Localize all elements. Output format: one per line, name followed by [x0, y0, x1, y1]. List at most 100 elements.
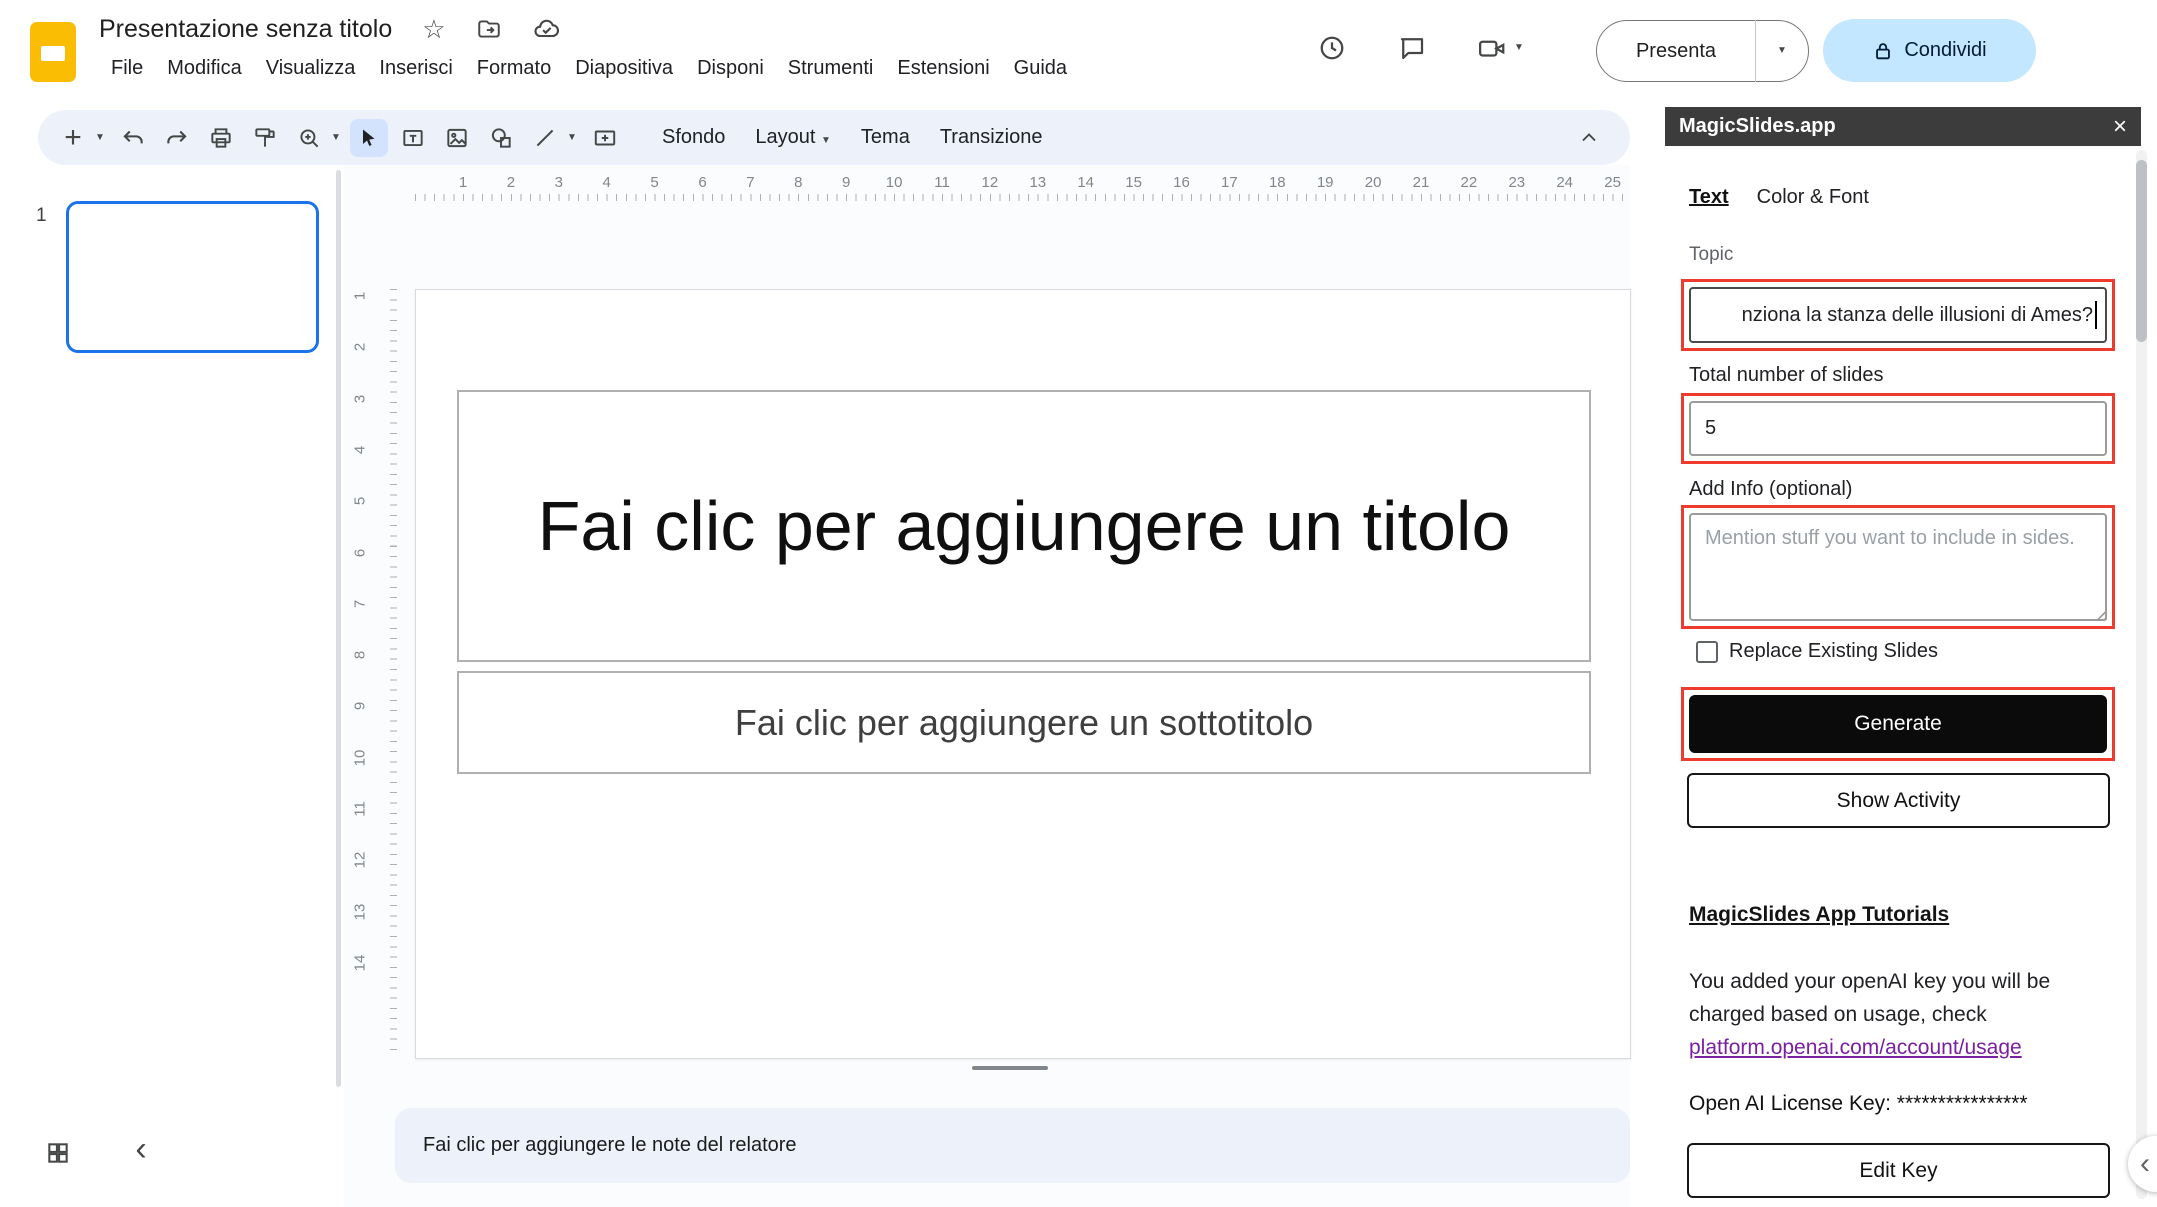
menu-item[interactable]: Estensioni	[885, 53, 1001, 84]
present-label: Presenta	[1597, 40, 1755, 63]
chevron-left-icon: ‹	[2140, 1147, 2150, 1181]
grid-view-button[interactable]	[41, 1136, 75, 1170]
chevron-down-icon: ▼	[1777, 46, 1787, 56]
slide-thumbnail[interactable]	[66, 201, 319, 353]
show-activity-button[interactable]: Show Activity	[1687, 773, 2110, 828]
notes-resize-handle[interactable]	[972, 1066, 1048, 1070]
slides-logo-inner	[41, 46, 65, 61]
main-toolbar: + ▼ ▼ ▼	[38, 110, 1630, 165]
document-title[interactable]: Presentazione senza titolo	[99, 15, 392, 44]
add-info-textarea[interactable]: Mention stuff you want to include in sid…	[1689, 513, 2107, 621]
slides-field-highlight: 5	[1681, 393, 2115, 464]
add-info-label: Add Info (optional)	[1689, 478, 1852, 501]
title-placeholder[interactable]: Fai clic per aggiungere un titolo	[457, 390, 1591, 662]
slide-canvas[interactable]: Fai clic per aggiungere un titolo Fai cl…	[415, 289, 1631, 1059]
redo-button[interactable]	[158, 119, 196, 157]
slides-logo-icon[interactable]	[30, 22, 76, 82]
api-note-line2: charged based on usage, check	[1689, 1003, 1987, 1026]
layout-button[interactable]: Layout ▼	[743, 120, 843, 155]
close-icon[interactable]: ×	[2113, 115, 2127, 139]
tab-color-font[interactable]: Color & Font	[1757, 186, 1869, 209]
theme-button[interactable]: Tema	[849, 120, 922, 155]
chevron-down-icon: ▼	[95, 133, 105, 143]
zoom-button[interactable]	[290, 119, 328, 157]
menu-item[interactable]: Strumenti	[776, 53, 886, 84]
menu-item[interactable]: Guida	[1002, 53, 1079, 84]
tutorials-link[interactable]: MagicSlides App Tutorials	[1689, 903, 1949, 927]
openai-usage-link[interactable]: platform.openai.com/account/usage	[1689, 1036, 2022, 1059]
transition-button[interactable]: Transizione	[928, 120, 1055, 155]
version-history-icon[interactable]	[1316, 32, 1348, 64]
present-button[interactable]: Presenta ▼	[1596, 20, 1809, 82]
topic-input[interactable]: nziona la stanza delle illusioni di Ames…	[1689, 287, 2107, 343]
sidebar-header: MagicSlides.app ×	[1665, 107, 2141, 146]
subtitle-placeholder[interactable]: Fai clic per aggiungere un sottotitolo	[457, 671, 1591, 774]
generate-highlight: Generate	[1681, 687, 2115, 761]
title-block: Presentazione senza titolo ☆ FileModific…	[99, 10, 1079, 84]
menu-item[interactable]: File	[99, 53, 155, 84]
print-button[interactable]	[202, 119, 240, 157]
slide-number: 1	[36, 205, 47, 227]
total-slides-label: Total number of slides	[1689, 364, 1884, 387]
cloud-status-icon[interactable]	[532, 15, 560, 43]
menu-item[interactable]: Diapositiva	[563, 53, 685, 84]
replace-slides-checkbox[interactable]	[1696, 641, 1718, 663]
replace-slides-label[interactable]: Replace Existing Slides	[1729, 640, 1938, 663]
insert-placeholder-button[interactable]	[586, 119, 624, 157]
menu-item[interactable]: Visualizza	[254, 53, 368, 84]
topbar-actions: ▼	[1316, 32, 1524, 64]
generate-button[interactable]: Generate	[1689, 695, 2107, 753]
menu-item[interactable]: Disponi	[685, 53, 776, 84]
top-bar: Presentazione senza titolo ☆ FileModific…	[0, 0, 2157, 107]
share-button[interactable]: Condividi	[1823, 19, 2036, 82]
add-info-highlight: Mention stuff you want to include in sid…	[1681, 505, 2115, 629]
sidebar-app-title: MagicSlides.app	[1679, 115, 2113, 138]
zoom-dropdown[interactable]: ▼	[328, 133, 344, 143]
horizontal-ruler-ticks	[415, 194, 1631, 201]
share-label: Condividi	[1904, 39, 1986, 62]
speaker-notes[interactable]: Fai clic per aggiungere le note del rela…	[395, 1108, 1630, 1183]
background-button[interactable]: Sfondo	[650, 120, 737, 155]
replace-slides-row: Replace Existing Slides	[1696, 640, 1938, 663]
collapse-filmstrip-button[interactable]: ‹	[124, 1127, 158, 1171]
license-key-label: Open AI License Key:	[1689, 1092, 1897, 1115]
comments-icon[interactable]	[1396, 32, 1428, 64]
topic-value: nziona la stanza delle illusioni di Ames…	[1742, 304, 2093, 327]
line-dropdown[interactable]: ▼	[564, 133, 580, 143]
select-tool-button[interactable]	[350, 119, 388, 157]
api-key-note: You added your openAI key you will be ch…	[1689, 965, 2121, 1064]
vertical-ruler-ticks	[390, 289, 397, 1059]
menu-item[interactable]: Modifica	[155, 53, 253, 84]
magicslides-sidebar: MagicSlides.app × Text Color & Font Topi…	[1641, 107, 2157, 1207]
menu-item[interactable]: Inserisci	[367, 53, 464, 84]
tab-text[interactable]: Text	[1689, 186, 1729, 209]
sidebar-scrollbar-thumb[interactable]	[2136, 160, 2147, 342]
undo-button[interactable]	[114, 119, 152, 157]
move-folder-icon[interactable]	[476, 16, 502, 42]
collapse-toolbar-button[interactable]	[1570, 119, 1608, 157]
plus-icon: +	[64, 123, 82, 153]
insert-shape-button[interactable]	[482, 119, 520, 157]
slide-filmstrip: 1	[0, 165, 344, 1207]
total-slides-input[interactable]: 5	[1689, 401, 2107, 456]
text-box-button[interactable]	[394, 119, 432, 157]
chevron-down-icon[interactable]: ▼	[1514, 43, 1524, 53]
license-key-mask: ****************	[1897, 1092, 2028, 1115]
new-slide-dropdown[interactable]: ▼	[92, 133, 108, 143]
add-info-placeholder: Mention stuff you want to include in sid…	[1705, 525, 2075, 552]
insert-image-button[interactable]	[438, 119, 476, 157]
sidebar-tabs: Text Color & Font	[1689, 186, 1869, 209]
topic-label: Topic	[1689, 244, 1733, 266]
new-slide-button[interactable]: +	[54, 119, 92, 157]
edit-key-button[interactable]: Edit Key	[1687, 1143, 2110, 1198]
text-cursor	[2095, 301, 2097, 329]
star-icon[interactable]: ☆	[422, 16, 445, 42]
menu-item[interactable]: Formato	[465, 53, 563, 84]
total-slides-value: 5	[1705, 417, 1716, 440]
present-options-button[interactable]: ▼	[1756, 46, 1808, 56]
menu-bar: FileModificaVisualizzaInserisciFormatoDi…	[99, 53, 1079, 84]
filmstrip-scrollbar[interactable]	[336, 170, 341, 1087]
meet-call-control[interactable]: ▼	[1476, 33, 1524, 63]
paint-format-icon[interactable]	[246, 119, 284, 157]
insert-line-button[interactable]	[526, 119, 564, 157]
